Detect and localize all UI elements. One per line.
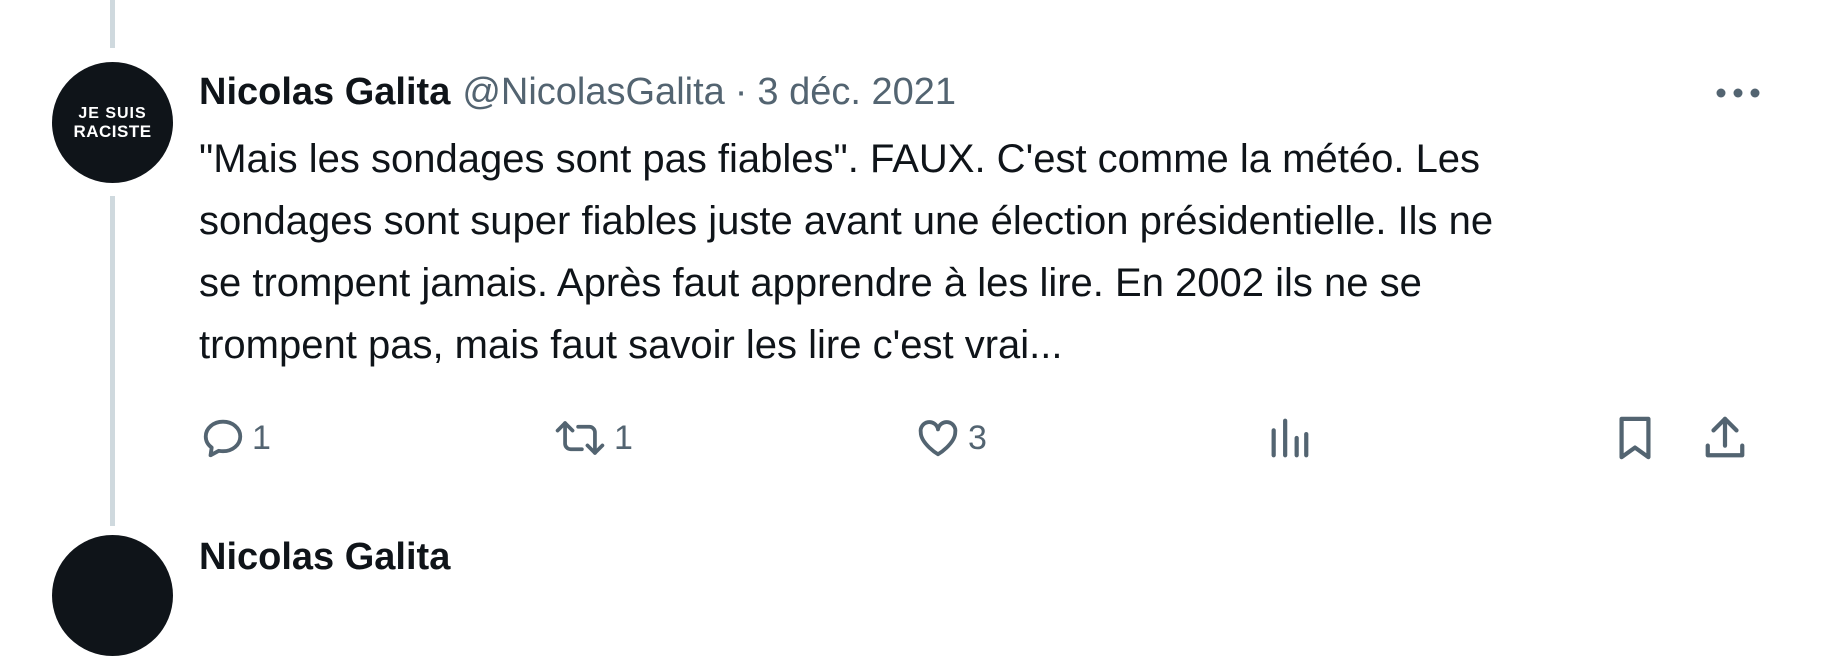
tweet-text-line: trompent pas, mais faut savoir les lire … — [199, 323, 1063, 367]
retweet-button[interactable]: 1 — [552, 408, 633, 468]
bookmark-button[interactable] — [1612, 408, 1658, 468]
avatar[interactable]: JE SUIS RACISTE — [52, 62, 173, 183]
more-button[interactable] — [1712, 78, 1764, 108]
tweet-text-line: se trompent jamais. Après faut apprendre… — [199, 261, 1422, 305]
tweet-date[interactable]: 3 déc. 2021 — [757, 71, 956, 114]
retweet-count: 1 — [614, 418, 633, 457]
thread-line — [110, 196, 115, 526]
author-handle[interactable]: @NicolasGalita — [462, 71, 724, 114]
views-icon — [1271, 418, 1309, 458]
tweet-text-line: sondages sont super fiables juste avant … — [199, 199, 1494, 243]
bookmark-icon — [1619, 416, 1651, 460]
avatar[interactable] — [52, 535, 173, 656]
reply-count: 1 — [252, 418, 271, 457]
author-name[interactable]: Nicolas Galita — [199, 71, 450, 114]
share-icon — [1705, 416, 1745, 458]
share-button[interactable] — [1702, 408, 1748, 468]
avatar-text-line2: RACISTE — [73, 121, 152, 141]
like-icon — [918, 420, 958, 457]
reply-icon — [203, 419, 243, 458]
separator: · — [734, 70, 748, 113]
action-bar: 1 1 3 — [0, 408, 1828, 468]
views-button[interactable] — [1266, 408, 1312, 468]
tweet-header: Nicolas Galita @NicolasGalita · 3 déc. 2… — [199, 66, 956, 118]
author-name[interactable]: Nicolas Galita — [199, 536, 450, 579]
tweet-text-line: "Mais les sondages sont pas fiables". FA… — [199, 137, 1481, 181]
more-horizontal-icon — [1716, 88, 1760, 98]
tweet-text: "Mais les sondages sont pas fiables". FA… — [199, 128, 1739, 376]
like-button[interactable]: 3 — [914, 408, 987, 468]
avatar-text-line1: JE SUIS — [78, 104, 147, 122]
thread-line — [110, 0, 115, 48]
like-count: 3 — [968, 418, 987, 457]
reply-button[interactable]: 1 — [200, 408, 271, 468]
retweet-icon — [555, 421, 605, 455]
